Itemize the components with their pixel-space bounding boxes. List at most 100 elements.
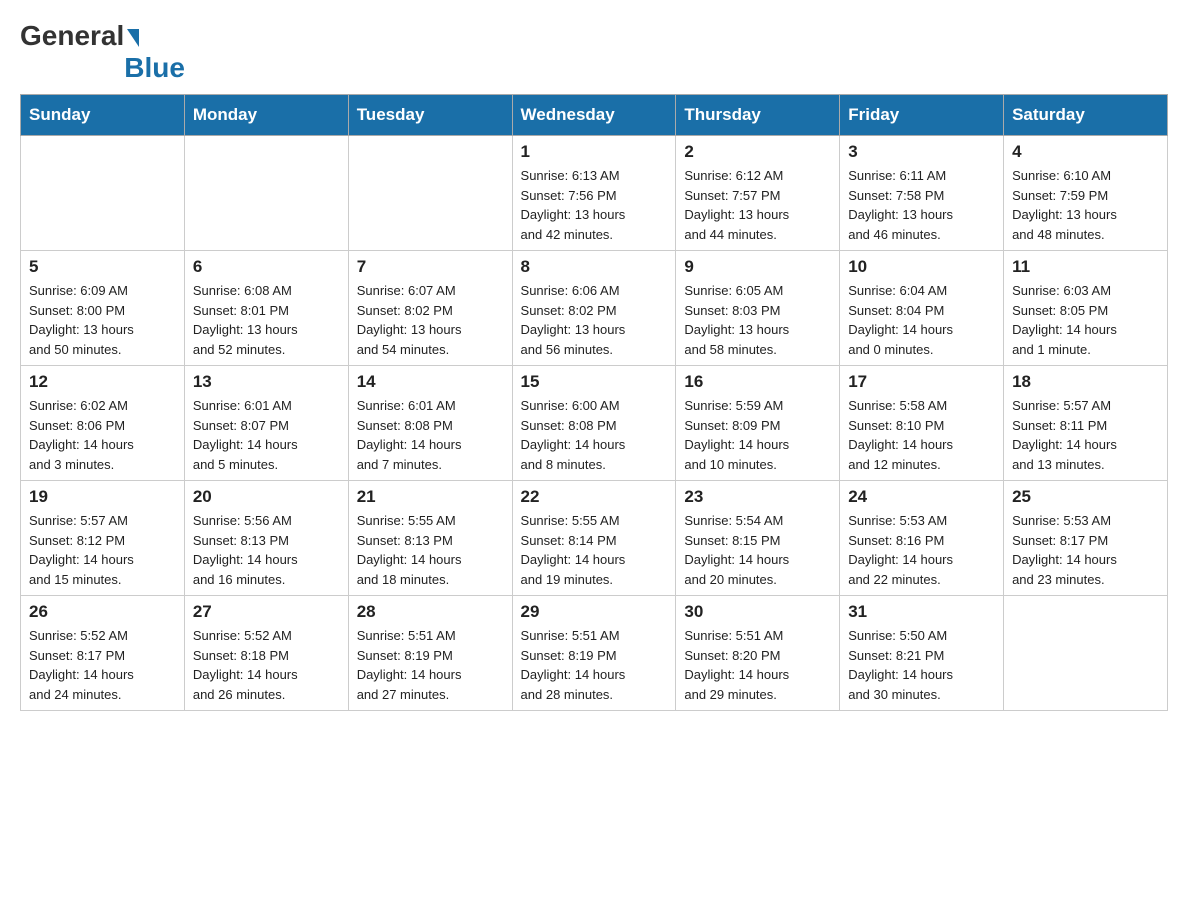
day-info: Sunrise: 5:50 AM Sunset: 8:21 PM Dayligh… <box>848 626 995 704</box>
calendar-cell: 21Sunrise: 5:55 AM Sunset: 8:13 PM Dayli… <box>348 481 512 596</box>
page-header: General General Blue <box>20 20 1168 84</box>
calendar-cell: 27Sunrise: 5:52 AM Sunset: 8:18 PM Dayli… <box>184 596 348 711</box>
day-number: 19 <box>29 487 176 507</box>
day-info: Sunrise: 5:58 AM Sunset: 8:10 PM Dayligh… <box>848 396 995 474</box>
day-info: Sunrise: 5:51 AM Sunset: 8:19 PM Dayligh… <box>357 626 504 704</box>
day-info: Sunrise: 5:53 AM Sunset: 8:17 PM Dayligh… <box>1012 511 1159 589</box>
calendar-cell: 12 Sunrise: 6:02 AM Sunset: 8:06 PM Dayli… <box>21 366 185 481</box>
day-number: 20 <box>193 487 340 507</box>
calendar-cell: 18 Sunrise: 5:57 AM Sunset: 8:11 PM Dayli… <box>1004 366 1168 481</box>
calendar-cell: 4 Sunrise: 6:10 AM Sunset: 7:59 PM Daylig… <box>1004 136 1168 251</box>
day-info: Sunrise: 5:57 AM Sunset: 8:11 PM Dayligh… <box>1012 396 1159 474</box>
day-number: 8 <box>521 257 668 277</box>
logo-blue-text: Blue <box>124 52 185 84</box>
day-info: Sunrise: 6:09 AM Sunset: 8:00 PM Dayligh… <box>29 281 176 359</box>
calendar-cell <box>21 136 185 251</box>
day-number: 10 <box>848 257 995 277</box>
day-info: Sunrise: 6:02 AM Sunset: 8:06 PM Dayligh… <box>29 396 176 474</box>
day-info: Sunrise: 6:01 AM Sunset: 8:08 PM Dayligh… <box>357 396 504 474</box>
day-info: Sunrise: 5:57 AM Sunset: 8:12 PM Dayligh… <box>29 511 176 589</box>
day-of-week-header: Saturday <box>1004 95 1168 136</box>
day-of-week-header: Thursday <box>676 95 840 136</box>
day-info: Sunrise: 5:52 AM Sunset: 8:18 PM Dayligh… <box>193 626 340 704</box>
calendar-cell: 1 Sunrise: 6:13 AM Sunset: 7:56 PM Daylig… <box>512 136 676 251</box>
calendar-cell: 30 Sunrise: 5:51 AM Sunset: 8:20 PM Dayli… <box>676 596 840 711</box>
day-info: Sunrise: 6:05 AM Sunset: 8:03 PM Dayligh… <box>684 281 831 359</box>
day-info: Sunrise: 5:56 AM Sunset: 8:13 PM Dayligh… <box>193 511 340 589</box>
day-number: 4 <box>1012 142 1159 162</box>
day-number: 12 <box>29 372 176 392</box>
day-number: 1 <box>521 142 668 162</box>
day-number: 7 <box>357 257 504 277</box>
day-number: 25 <box>1012 487 1159 507</box>
day-number: 2 <box>684 142 831 162</box>
day-number: 24 <box>848 487 995 507</box>
day-number: 26 <box>29 602 176 622</box>
calendar-cell: 22 Sunrise: 5:55 AM Sunset: 8:14 PM Dayli… <box>512 481 676 596</box>
day-number: 29 <box>521 602 668 622</box>
day-number: 21 <box>357 487 504 507</box>
calendar-cell: 19 Sunrise: 5:57 AM Sunset: 8:12 PM Dayli… <box>21 481 185 596</box>
calendar-cell: 15 Sunrise: 6:00 AM Sunset: 8:08 PM Dayli… <box>512 366 676 481</box>
day-number: 28 <box>357 602 504 622</box>
calendar-cell: 23 Sunrise: 5:54 AM Sunset: 8:15 PM Dayli… <box>676 481 840 596</box>
day-info: Sunrise: 6:13 AM Sunset: 7:56 PM Dayligh… <box>521 166 668 244</box>
day-info: Sunrise: 6:04 AM Sunset: 8:04 PM Dayligh… <box>848 281 995 359</box>
calendar-cell: 25 Sunrise: 5:53 AM Sunset: 8:17 PM Dayli… <box>1004 481 1168 596</box>
day-info: Sunrise: 5:51 AM Sunset: 8:19 PM Dayligh… <box>521 626 668 704</box>
day-number: 23 <box>684 487 831 507</box>
day-number: 11 <box>1012 257 1159 277</box>
day-info: Sunrise: 6:00 AM Sunset: 8:08 PM Dayligh… <box>521 396 668 474</box>
calendar-cell: 13 Sunrise: 6:01 AM Sunset: 8:07 PM Dayli… <box>184 366 348 481</box>
day-info: Sunrise: 6:01 AM Sunset: 8:07 PM Dayligh… <box>193 396 340 474</box>
day-number: 6 <box>193 257 340 277</box>
day-number: 18 <box>1012 372 1159 392</box>
calendar-week-row: 5 Sunrise: 6:09 AM Sunset: 8:00 PM Daylig… <box>21 251 1168 366</box>
day-number: 3 <box>848 142 995 162</box>
day-of-week-header: Wednesday <box>512 95 676 136</box>
calendar-cell: 16 Sunrise: 5:59 AM Sunset: 8:09 PM Dayli… <box>676 366 840 481</box>
calendar-cell: 3Sunrise: 6:11 AM Sunset: 7:58 PM Daylig… <box>840 136 1004 251</box>
day-of-week-header: Friday <box>840 95 1004 136</box>
day-number: 9 <box>684 257 831 277</box>
day-info: Sunrise: 6:06 AM Sunset: 8:02 PM Dayligh… <box>521 281 668 359</box>
calendar-cell: 8 Sunrise: 6:06 AM Sunset: 8:02 PM Daylig… <box>512 251 676 366</box>
calendar-cell <box>184 136 348 251</box>
calendar-cell: 24 Sunrise: 5:53 AM Sunset: 8:16 PM Dayli… <box>840 481 1004 596</box>
calendar-cell: 11Sunrise: 6:03 AM Sunset: 8:05 PM Dayli… <box>1004 251 1168 366</box>
calendar-week-row: 12 Sunrise: 6:02 AM Sunset: 8:06 PM Dayli… <box>21 366 1168 481</box>
day-info: Sunrise: 5:55 AM Sunset: 8:14 PM Dayligh… <box>521 511 668 589</box>
day-of-week-header: Tuesday <box>348 95 512 136</box>
calendar-week-row: 1 Sunrise: 6:13 AM Sunset: 7:56 PM Daylig… <box>21 136 1168 251</box>
calendar-cell: 14 Sunrise: 6:01 AM Sunset: 8:08 PM Dayli… <box>348 366 512 481</box>
calendar-cell: 31 Sunrise: 5:50 AM Sunset: 8:21 PM Dayli… <box>840 596 1004 711</box>
calendar-cell: 10 Sunrise: 6:04 AM Sunset: 8:04 PM Dayli… <box>840 251 1004 366</box>
day-number: 15 <box>521 372 668 392</box>
calendar-cell: 17Sunrise: 5:58 AM Sunset: 8:10 PM Dayli… <box>840 366 1004 481</box>
day-number: 13 <box>193 372 340 392</box>
logo-general-text: General <box>20 20 124 52</box>
calendar-cell: 7 Sunrise: 6:07 AM Sunset: 8:02 PM Daylig… <box>348 251 512 366</box>
day-info: Sunrise: 5:51 AM Sunset: 8:20 PM Dayligh… <box>684 626 831 704</box>
day-number: 16 <box>684 372 831 392</box>
day-number: 31 <box>848 602 995 622</box>
day-number: 22 <box>521 487 668 507</box>
day-number: 30 <box>684 602 831 622</box>
day-of-week-header: Sunday <box>21 95 185 136</box>
calendar-week-row: 19 Sunrise: 5:57 AM Sunset: 8:12 PM Dayli… <box>21 481 1168 596</box>
day-info: Sunrise: 5:54 AM Sunset: 8:15 PM Dayligh… <box>684 511 831 589</box>
calendar-cell <box>1004 596 1168 711</box>
calendar-cell: 2Sunrise: 6:12 AM Sunset: 7:57 PM Daylig… <box>676 136 840 251</box>
calendar-week-row: 26Sunrise: 5:52 AM Sunset: 8:17 PM Dayli… <box>21 596 1168 711</box>
calendar-cell: 6Sunrise: 6:08 AM Sunset: 8:01 PM Daylig… <box>184 251 348 366</box>
day-info: Sunrise: 5:59 AM Sunset: 8:09 PM Dayligh… <box>684 396 831 474</box>
logo: General General Blue <box>20 20 185 84</box>
day-number: 14 <box>357 372 504 392</box>
calendar-cell: 9 Sunrise: 6:05 AM Sunset: 8:03 PM Daylig… <box>676 251 840 366</box>
day-info: Sunrise: 5:53 AM Sunset: 8:16 PM Dayligh… <box>848 511 995 589</box>
calendar-cell <box>348 136 512 251</box>
calendar-cell: 29 Sunrise: 5:51 AM Sunset: 8:19 PM Dayli… <box>512 596 676 711</box>
day-number: 5 <box>29 257 176 277</box>
day-info: Sunrise: 6:07 AM Sunset: 8:02 PM Dayligh… <box>357 281 504 359</box>
day-info: Sunrise: 6:10 AM Sunset: 7:59 PM Dayligh… <box>1012 166 1159 244</box>
